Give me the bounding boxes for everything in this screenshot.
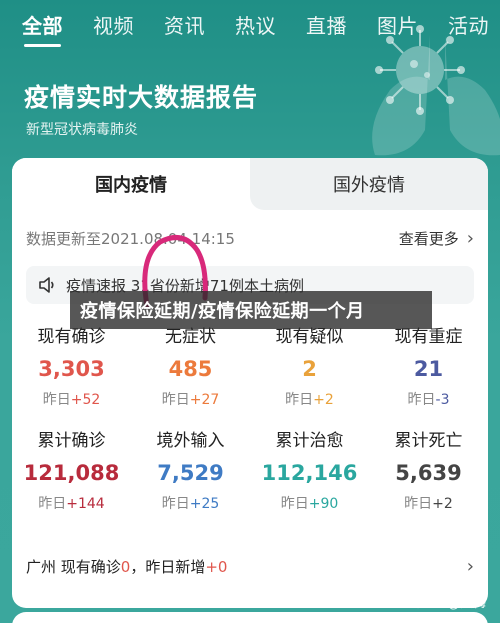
tab-foreign[interactable]: 国外疫情 (250, 158, 488, 210)
stat-cell: 无症状 485 昨日+27 (131, 318, 250, 422)
stats-row-current: 现有确诊 3,303 昨日+52 无症状 485 昨日+27 现有疑似 2 昨日+2 现有重症 21… (12, 318, 488, 422)
stat-value: 485 (168, 357, 213, 381)
stat-delta-prefix: 昨日 (404, 496, 433, 512)
update-row: 数据更新至2021.08.04 14:15 查看更多 › (26, 228, 474, 249)
update-timestamp: 数据更新至2021.08.04 14:15 (26, 230, 235, 248)
region-text: 广州 现有确诊0，昨日新增+0 (26, 556, 227, 577)
view-more-link[interactable]: 查看更多 › (399, 228, 474, 249)
chevron-right-icon: › (466, 228, 474, 249)
virus-icon (375, 25, 465, 115)
stat-delta-value: +27 (189, 392, 220, 408)
stat-cell: 境外输入 7,529 昨日+25 (131, 422, 250, 526)
stat-delta: 昨日+52 (12, 389, 131, 409)
stat-value: 112,146 (261, 461, 358, 485)
stat-delta: 昨日+2 (369, 493, 488, 513)
stat-value: 7,529 (157, 461, 224, 485)
stat-value: 121,088 (23, 461, 120, 485)
stat-delta-prefix: 昨日 (161, 392, 190, 408)
stat-delta-prefix: 昨日 (407, 392, 436, 408)
stat-label: 境外输入 (156, 431, 225, 451)
stats-row-cumulative: 累计确诊 121,088 昨日+144 境外输入 7,529 昨日+25 累计治愈 112,1… (12, 422, 488, 526)
stats-grid: 现有确诊 3,303 昨日+52 无症状 485 昨日+27 现有疑似 2 昨日+2 现有重症 21… (12, 318, 488, 526)
region-row[interactable]: 广州 现有确诊0，昨日新增+0 › (26, 556, 474, 577)
stat-cell: 累计确诊 121,088 昨日+144 (12, 422, 131, 526)
stat-cell: 累计死亡 5,639 昨日+2 (369, 422, 488, 526)
next-card (12, 612, 488, 623)
stat-delta-value: +52 (70, 392, 101, 408)
region-new: +0 (205, 558, 228, 576)
stat-delta: 昨日+144 (12, 493, 131, 513)
banner-title: 疫情实时大数据报告 (24, 83, 259, 112)
stat-label: 累计治愈 (275, 431, 344, 451)
stat-delta-prefix: 昨日 (38, 496, 67, 512)
stat-value: 2 (302, 357, 317, 381)
overlay-caption: 疫情保险延期/疫情保险延期一个月 (70, 291, 432, 329)
banner-subtitle: 新型冠状病毒肺炎 (26, 122, 138, 138)
stat-delta-value: +144 (66, 496, 105, 512)
stat-label: 累计死亡 (394, 431, 463, 451)
stat-delta: 昨日+27 (131, 389, 250, 409)
stat-delta-value: +90 (308, 496, 339, 512)
stat-cell: 现有重症 21 昨日-3 (369, 318, 488, 422)
stat-value: 3,303 (38, 357, 105, 381)
stat-delta-prefix: 昨日 (280, 496, 309, 512)
card-tabs: 国内疫情 国外疫情 (12, 158, 488, 210)
speaker-icon (38, 277, 56, 293)
stat-delta-prefix: 昨日 (161, 496, 190, 512)
stat-value: 5,639 (395, 461, 462, 485)
region-current: 0 (120, 558, 131, 576)
stat-delta: 昨日+90 (250, 493, 369, 513)
stat-delta-value: -3 (435, 392, 450, 408)
tab-hot[interactable]: 热议 (235, 10, 276, 39)
view-more-label: 查看更多 (398, 230, 459, 248)
stat-delta: 昨日-3 (369, 389, 488, 409)
tab-news[interactable]: 资讯 (164, 10, 205, 39)
stats-card: 国内疫情 国外疫情 数据更新至2021.08.04 14:15 查看更多 › 疫… (12, 158, 488, 608)
tab-all[interactable]: 全部 (22, 10, 63, 47)
stat-delta-value: +2 (313, 392, 334, 408)
chevron-right-icon: › (466, 556, 474, 577)
stat-label: 累计确诊 (37, 431, 106, 451)
stat-cell: 现有确诊 3,303 昨日+52 (12, 318, 131, 422)
watermark: 知乎 @天梅 (416, 596, 486, 611)
stat-delta: 昨日+2 (250, 389, 369, 409)
stat-delta-value: +2 (432, 496, 453, 512)
stat-cell: 累计治愈 112,146 昨日+90 (250, 422, 369, 526)
stat-delta-prefix: 昨日 (42, 392, 71, 408)
tab-live[interactable]: 直播 (306, 10, 347, 39)
stat-cell: 现有疑似 2 昨日+2 (250, 318, 369, 422)
stat-delta-value: +25 (189, 496, 220, 512)
region-middle: ，昨日新增 (130, 558, 206, 576)
tab-domestic[interactable]: 国内疫情 (12, 158, 250, 210)
tab-video[interactable]: 视频 (93, 10, 134, 39)
stat-delta: 昨日+25 (131, 493, 250, 513)
stat-value: 21 (413, 357, 444, 381)
region-prefix: 广州 现有确诊 (26, 558, 121, 576)
stat-delta-prefix: 昨日 (285, 392, 314, 408)
